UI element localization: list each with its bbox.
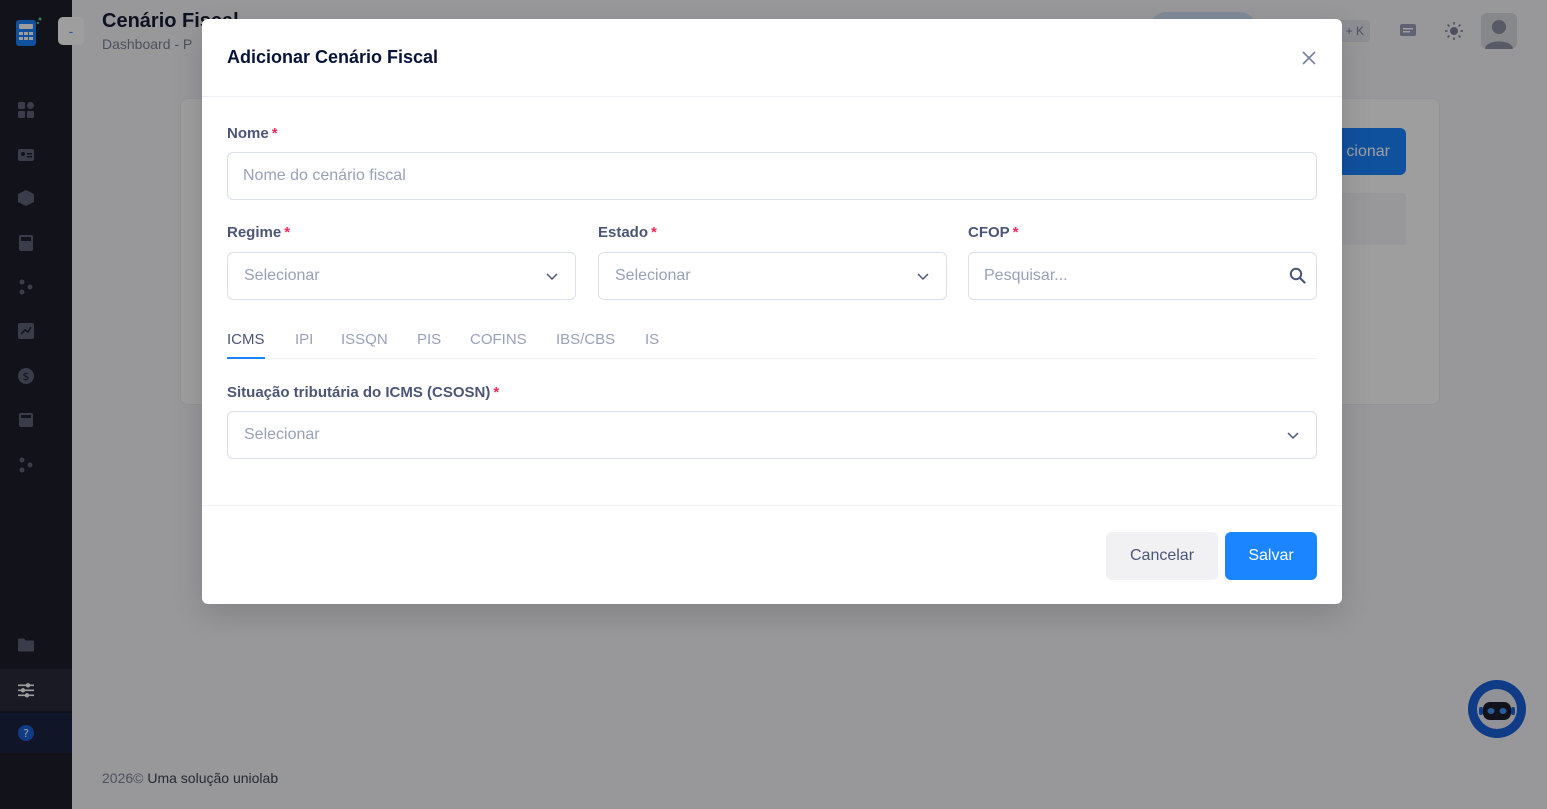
estado-label: Estado * bbox=[598, 224, 657, 241]
modal-title: Adicionar Cenário Fiscal bbox=[227, 47, 439, 67]
required-mark: * bbox=[1012, 224, 1019, 241]
chevron-down-icon bbox=[546, 273, 558, 281]
cfop-label-text: CFOP bbox=[968, 224, 1010, 241]
csosn-label-text: Situação tributária do ICMS (CSOSN) bbox=[227, 384, 491, 401]
search-icon[interactable] bbox=[1287, 265, 1307, 285]
modal-footer: Cancelar Salvar bbox=[202, 505, 1342, 604]
required-mark: * bbox=[284, 224, 291, 241]
close-icon bbox=[1302, 51, 1316, 65]
estado-select[interactable]: Selecionar bbox=[598, 252, 947, 300]
chevron-down-icon bbox=[917, 273, 929, 281]
required-mark: * bbox=[493, 384, 500, 401]
nome-label-text: Nome bbox=[227, 125, 269, 142]
cfop-label: CFOP * bbox=[968, 224, 1019, 241]
tab-pis[interactable]: PIS bbox=[417, 331, 441, 359]
regime-select-value: Selecionar bbox=[244, 267, 320, 284]
close-button[interactable] bbox=[1298, 47, 1320, 69]
save-button[interactable]: Salvar bbox=[1225, 532, 1317, 580]
estado-select-value: Selecionar bbox=[615, 267, 691, 284]
required-mark: * bbox=[651, 224, 657, 241]
add-fiscal-scenario-modal: Adicionar Cenário Fiscal Nome* Regime* S… bbox=[202, 19, 1342, 604]
regime-label-text: Regime bbox=[227, 224, 282, 241]
nome-label: Nome * bbox=[227, 125, 278, 142]
tab-icms[interactable]: ICMS bbox=[227, 331, 265, 359]
cancel-button[interactable]: Cancelar bbox=[1106, 532, 1218, 580]
tab-issqn[interactable]: ISSQN bbox=[341, 331, 388, 359]
tab-ibs-cbs[interactable]: IBS/CBS bbox=[556, 331, 615, 359]
chevron-down-icon bbox=[1287, 432, 1299, 440]
nome-input[interactable] bbox=[227, 152, 1317, 200]
cfop-search-wrapper bbox=[968, 252, 1317, 300]
modal-header: Adicionar Cenário Fiscal bbox=[202, 19, 1342, 97]
cfop-search-input[interactable] bbox=[968, 252, 1317, 300]
regime-label: Regime * bbox=[227, 224, 290, 241]
estado-label-text: Estado bbox=[598, 224, 649, 241]
csosn-select-value: Selecionar bbox=[244, 426, 320, 443]
csosn-label: Situação tributária do ICMS (CSOSN) * bbox=[227, 384, 499, 401]
csosn-select[interactable]: Selecionar bbox=[227, 411, 1317, 459]
required-mark: * bbox=[271, 125, 278, 142]
tab-cofins[interactable]: COFINS bbox=[470, 331, 527, 359]
regime-select[interactable]: Selecionar bbox=[227, 252, 576, 300]
tab-ipi[interactable]: IPI bbox=[295, 331, 313, 359]
tax-tabs: ICMS IPI ISSQN PIS COFINS IBS/CBS IS bbox=[227, 326, 1317, 359]
tab-is[interactable]: IS bbox=[645, 331, 659, 359]
